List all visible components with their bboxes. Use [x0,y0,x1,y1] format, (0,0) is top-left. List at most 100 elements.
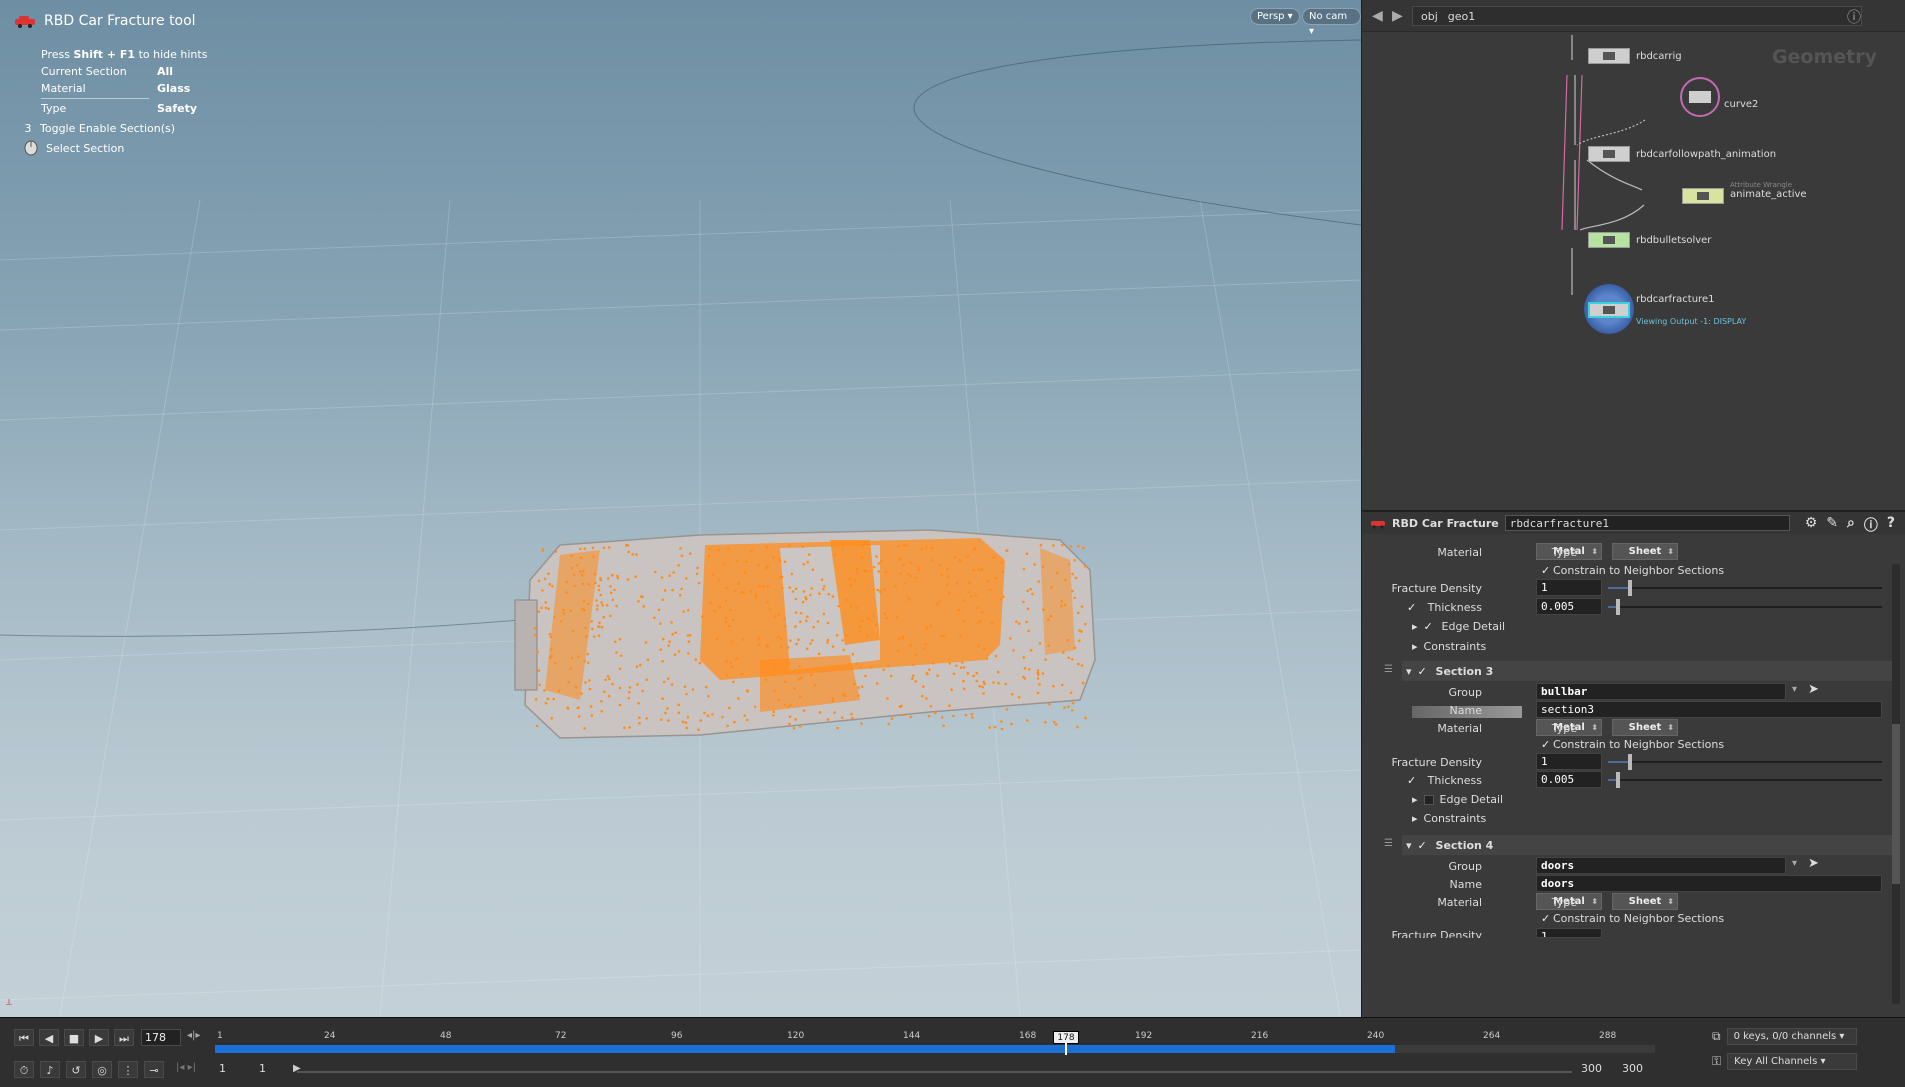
constrain-toggle[interactable]: ✓ Constrain to Neighbor Sections [1541,912,1724,925]
range-start[interactable]: 1 [219,1062,226,1075]
fracture-density-field[interactable]: 1 [1536,753,1602,770]
step-back-icon[interactable]: ◀ [39,1029,59,1046]
check-icon[interactable]: ✓ [1541,738,1553,751]
jump-end-icon[interactable]: ⏭ [114,1029,134,1046]
check-icon[interactable]: ✓ [1418,665,1430,678]
node-animate-active[interactable]: Attribute Wrangle animate_active [1682,181,1807,204]
fracture-density-slider[interactable] [1608,761,1882,763]
brush-icon[interactable]: ✎ [1826,515,1838,535]
options-icon[interactable]: ◎ [92,1061,112,1078]
select-arrow-icon[interactable]: ➤ [1808,682,1819,697]
curve-node-icon[interactable] [1680,77,1720,117]
edge-detail-folder[interactable]: ▸ ✓ Edge Detail [1412,620,1505,633]
jump-start-icon[interactable]: ⏮ [14,1029,34,1046]
play-icon[interactable]: ▶ [89,1029,109,1046]
constrain-toggle[interactable]: ✓ Constrain to Neighbor Sections [1541,738,1724,751]
realtime-icon[interactable]: ⏱ [14,1061,34,1078]
stop-icon[interactable]: ■ [64,1029,84,1046]
display-node[interactable] [1584,284,1634,334]
drag-handle-icon[interactable]: ☰ [1384,664,1396,675]
keys-channels-menu[interactable]: 0 keys, 0/0 channels ▾ [1726,1028,1857,1045]
dropdown-arrow-icon[interactable]: ▾ [1792,684,1797,695]
node-box[interactable] [1682,188,1724,204]
type-menu[interactable]: Sheet [1612,543,1678,560]
key-icon[interactable]: ⚿ [1712,1054,1721,1069]
type-menu[interactable]: Sheet [1612,719,1678,736]
slider-knob[interactable] [1628,580,1632,596]
slider-knob[interactable] [1616,772,1620,788]
slider-knob[interactable] [1616,599,1620,615]
info-icon[interactable]: ⓘ [1864,515,1878,535]
scroll-thumb[interactable] [1892,724,1900,884]
fracture-point [783,560,787,563]
check-icon[interactable]: ✓ [1424,620,1436,633]
edge-detail-folder[interactable]: ▸ Edge Detail [1412,793,1503,806]
group-field[interactable]: doors [1536,857,1786,874]
fracture-density-slider[interactable] [1608,587,1882,589]
gear-icon[interactable]: ⚙ [1805,515,1818,535]
timeline-bar[interactable]: 1 24 48 72 96 120 144 168 192 216 240 26… [215,1031,1655,1057]
slider-knob[interactable] [1628,754,1632,770]
constraints-folder[interactable]: ▸ Constraints [1412,640,1486,653]
thickness-slider[interactable] [1608,606,1882,608]
parameter-editor[interactable]: RBD Car Fracture ⚙ ✎ ⌕ ⓘ ? Material Meta… [1362,511,1905,1017]
current-frame-field[interactable]: 178 [141,1029,181,1046]
network-editor[interactable]: ◀ ▶ obj geo1 ⓘ Geometry rbdcarrig curve2… [1362,0,1905,510]
step-keys-icon[interactable]: ◂|▸ [187,1030,200,1041]
range-handle-left[interactable]: ▶ [293,1063,301,1074]
triangle-right-icon[interactable]: ▸ [1412,812,1418,825]
node-box[interactable] [1588,146,1630,162]
perspective-menu[interactable]: Persp ▾ [1250,8,1300,25]
range-slider[interactable] [297,1071,1572,1073]
key-all-channels-button[interactable]: Key All Channels ▾ [1727,1053,1858,1070]
type-menu[interactable]: Sheet [1612,893,1678,910]
node-curve2[interactable]: curve2 [1680,77,1758,117]
triangle-right-icon[interactable]: ▸ [1412,620,1418,633]
loop-icon[interactable]: ↺ [66,1061,86,1078]
parm-scrollbar[interactable] [1892,564,1900,1004]
checkbox-off[interactable] [1423,794,1434,805]
ticks-icon[interactable]: ⋮ [118,1061,138,1078]
triangle-down-icon[interactable]: ▾ [1406,665,1412,678]
keys-icon[interactable]: ⊸ [144,1061,164,1078]
range-end[interactable]: 300 [1622,1062,1643,1075]
thickness-slider[interactable] [1608,779,1882,781]
check-icon[interactable]: ✓ [1541,564,1553,577]
node-rbdbulletsolver[interactable]: rbdbulletsolver [1588,232,1711,248]
node-rbdcarfracture1[interactable]: rbdcarfracture1 Viewing Output -1: DISPL… [1584,284,1746,334]
fracture-point [818,592,821,595]
node-rbdcarrig[interactable]: rbdcarrig [1588,48,1682,64]
triangle-down-icon[interactable]: ▾ [1406,839,1412,852]
node-box[interactable] [1588,232,1630,248]
thickness-field[interactable]: 0.005 [1536,598,1602,615]
node-box[interactable] [1588,48,1630,64]
range-start-playback[interactable]: 1 [259,1062,266,1075]
drag-handle-icon[interactable]: ☰ [1384,838,1396,849]
node-followpath[interactable]: rbdcarfollowpath_animation [1588,146,1776,162]
constraints-folder[interactable]: ▸ Constraints [1412,812,1486,825]
node-name-field[interactable] [1504,515,1790,531]
scene-viewport[interactable]: RBD Car Fracture tool Press Shift + F1 t… [0,0,1361,1017]
section4-header[interactable]: ▾ ✓ Section 4 [1402,835,1892,855]
constrain-toggle[interactable]: ✓ Constrain to Neighbor Sections [1541,564,1724,577]
range-end-playback[interactable]: 300 [1581,1062,1602,1075]
search-icon[interactable]: ⌕ [1847,515,1855,535]
channel-icon[interactable]: ⧉ [1712,1029,1721,1044]
triangle-right-icon[interactable]: ▸ [1412,793,1418,806]
audio-icon[interactable]: ♪ [40,1061,60,1078]
fracture-density-field[interactable]: 1 [1536,928,1602,938]
name-field[interactable]: doors [1536,875,1882,892]
section3-header[interactable]: ▾ ✓ Section 3 [1402,661,1892,681]
dropdown-arrow-icon[interactable]: ▾ [1792,858,1797,869]
check-icon[interactable]: ✓ [1541,912,1553,925]
thickness-field[interactable]: 0.005 [1536,771,1602,788]
fracture-density-field[interactable]: 1 [1536,579,1602,596]
select-arrow-icon[interactable]: ➤ [1808,856,1819,871]
help-icon[interactable]: ? [1887,515,1895,535]
check-icon[interactable]: ✓ [1418,839,1430,852]
range-step-icon[interactable]: |◂ ▸| [176,1062,196,1073]
group-field[interactable]: bullbar [1536,683,1786,700]
name-field[interactable]: section3 [1536,701,1882,718]
camera-menu[interactable]: No cam ▾ [1302,8,1361,37]
triangle-right-icon[interactable]: ▸ [1412,640,1418,653]
